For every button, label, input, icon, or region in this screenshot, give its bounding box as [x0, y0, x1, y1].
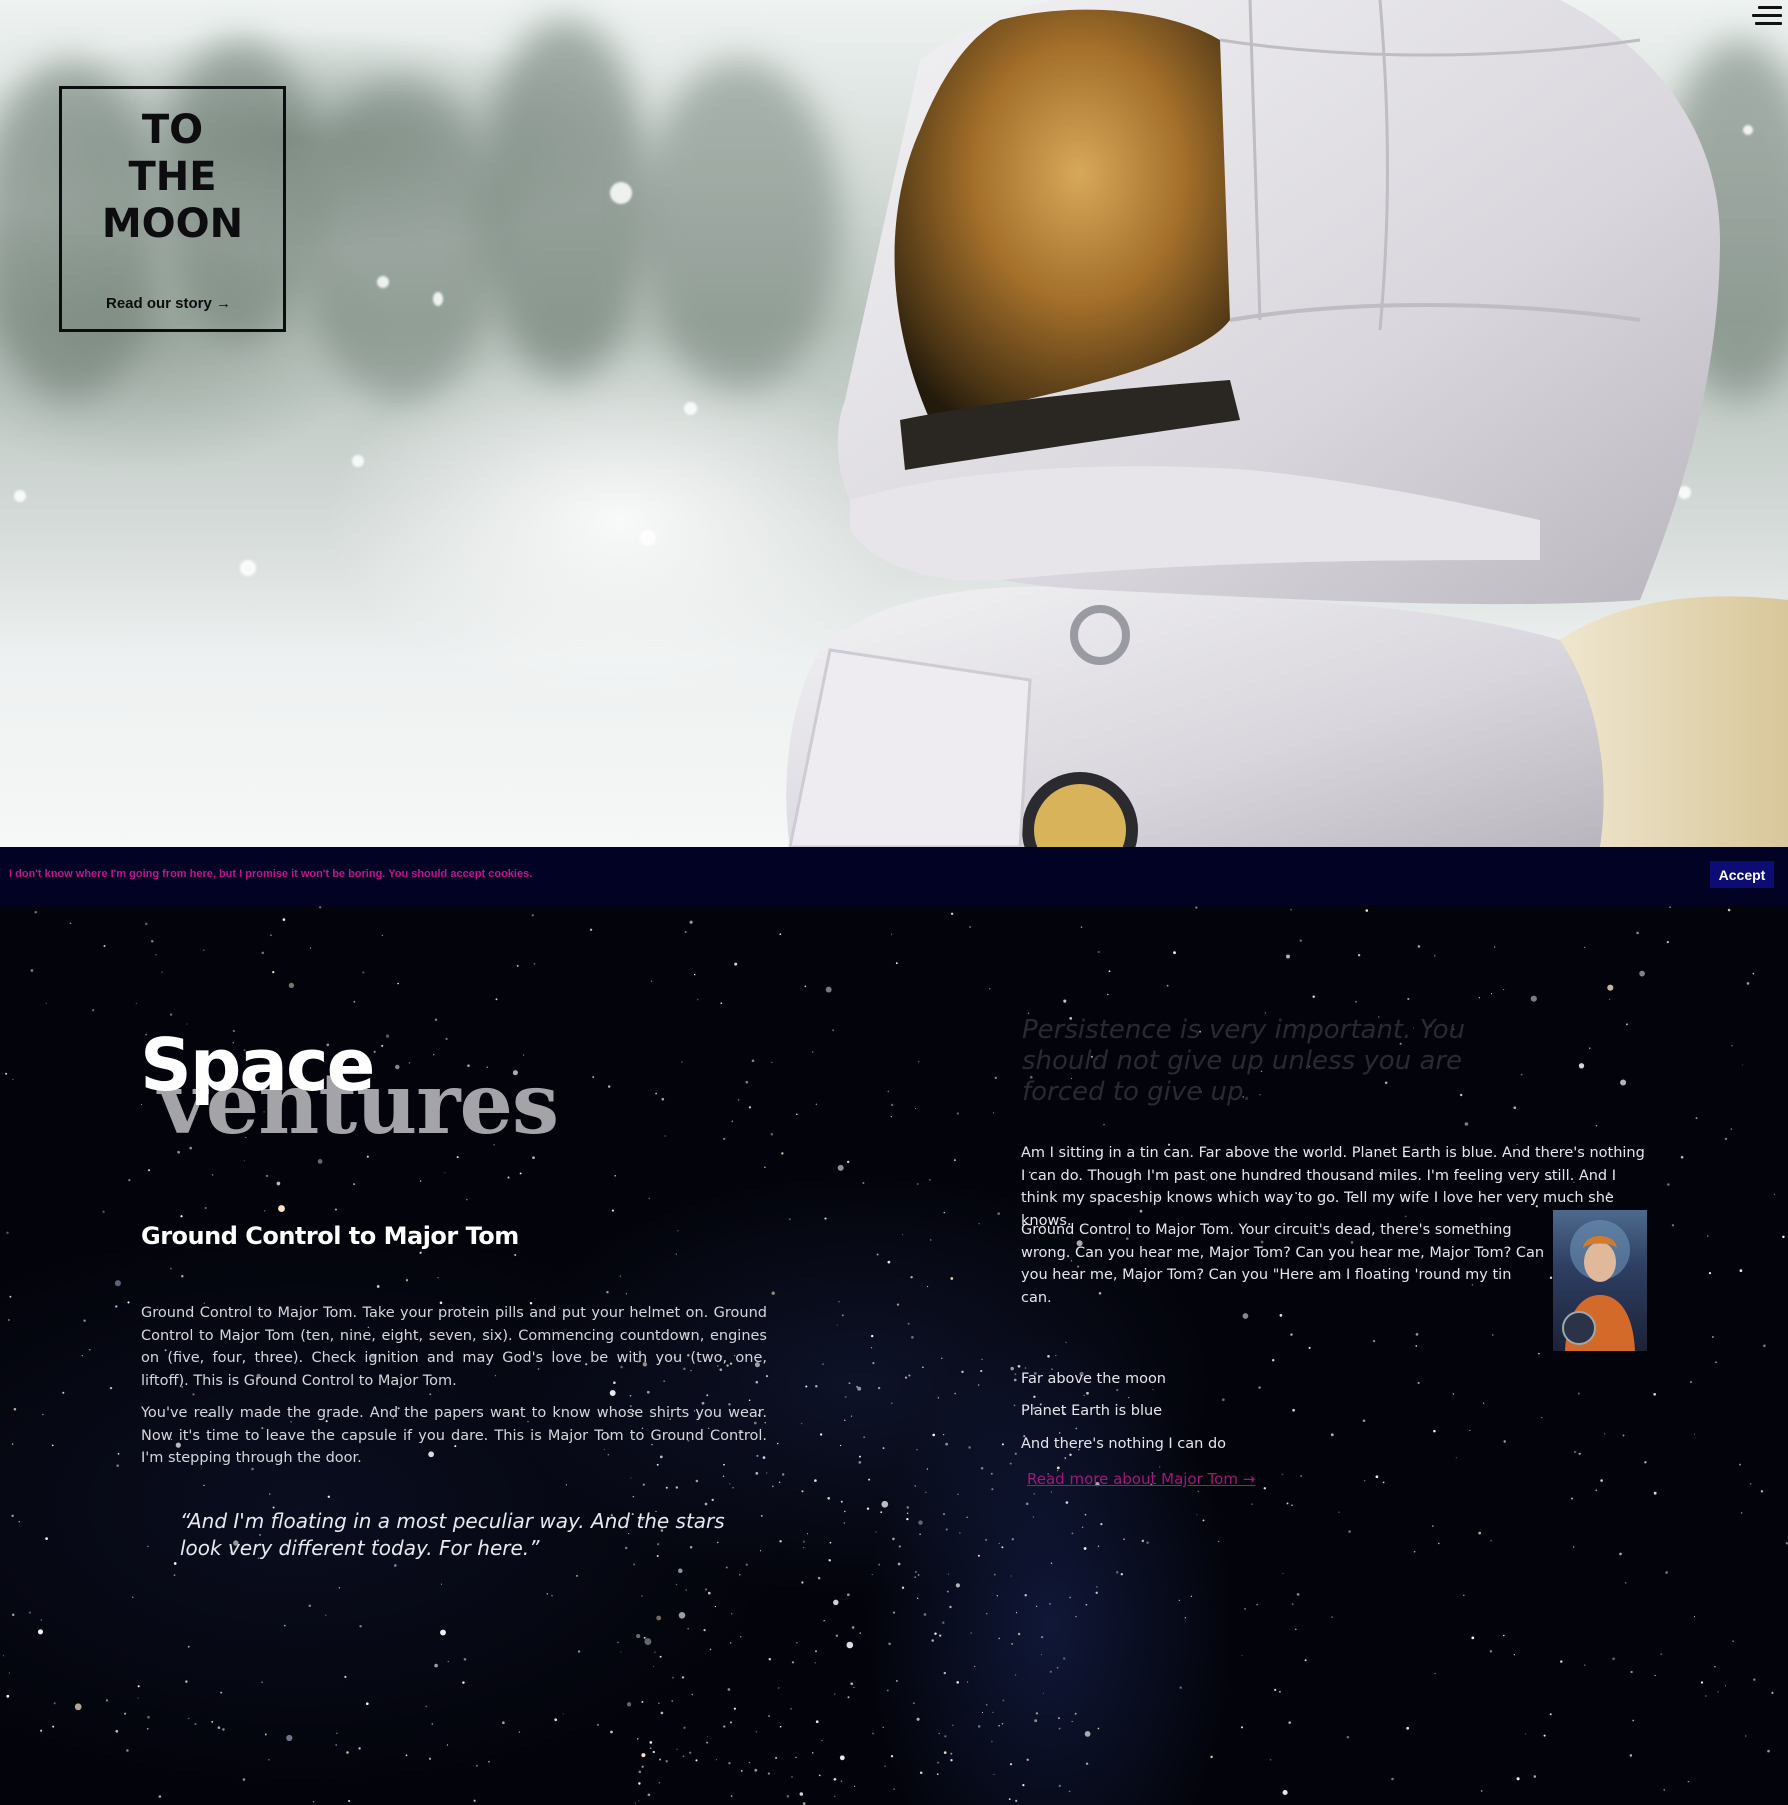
hamburger-menu-icon[interactable]: [1752, 6, 1782, 28]
list-item: And there's nothing I can do: [1021, 1436, 1227, 1452]
pull-quote: “And I'm floating in a most peculiar way…: [180, 1509, 725, 1560]
logo-box: TO THE MOON Read our story →: [59, 86, 286, 332]
site-logo-title: TO THE MOON: [101, 107, 244, 247]
right-paragraph-2: Ground Control to Major Tom. Your circui…: [1021, 1222, 1545, 1306]
hero-section: TO THE MOON Read our story →: [0, 0, 1788, 847]
accept-cookies-button[interactable]: Accept: [1710, 861, 1774, 888]
section-title-space: Space: [140, 1023, 375, 1107]
read-more-major-tom-link[interactable]: Read more about Major Tom →: [1027, 1470, 1255, 1488]
cookie-message: I don't know where I'm going from here, …: [9, 868, 533, 880]
list-item: Planet Earth is blue: [1021, 1403, 1163, 1419]
cookie-banner: I don't know where I'm going from here, …: [0, 847, 1788, 905]
section-subheading: Ground Control to Major Tom: [141, 1222, 519, 1250]
list-item: Far above the moon: [1021, 1371, 1166, 1387]
body-paragraph-2: You've really made the grade. And the pa…: [141, 1405, 767, 1466]
read-our-story-link[interactable]: Read our story →: [106, 295, 231, 312]
faded-quote: Persistence is very important. You shoul…: [1022, 1015, 1466, 1107]
body-paragraph-1: Ground Control to Major Tom. Take your p…: [141, 1305, 767, 1389]
major-tom-portrait-image: [1553, 1210, 1647, 1351]
